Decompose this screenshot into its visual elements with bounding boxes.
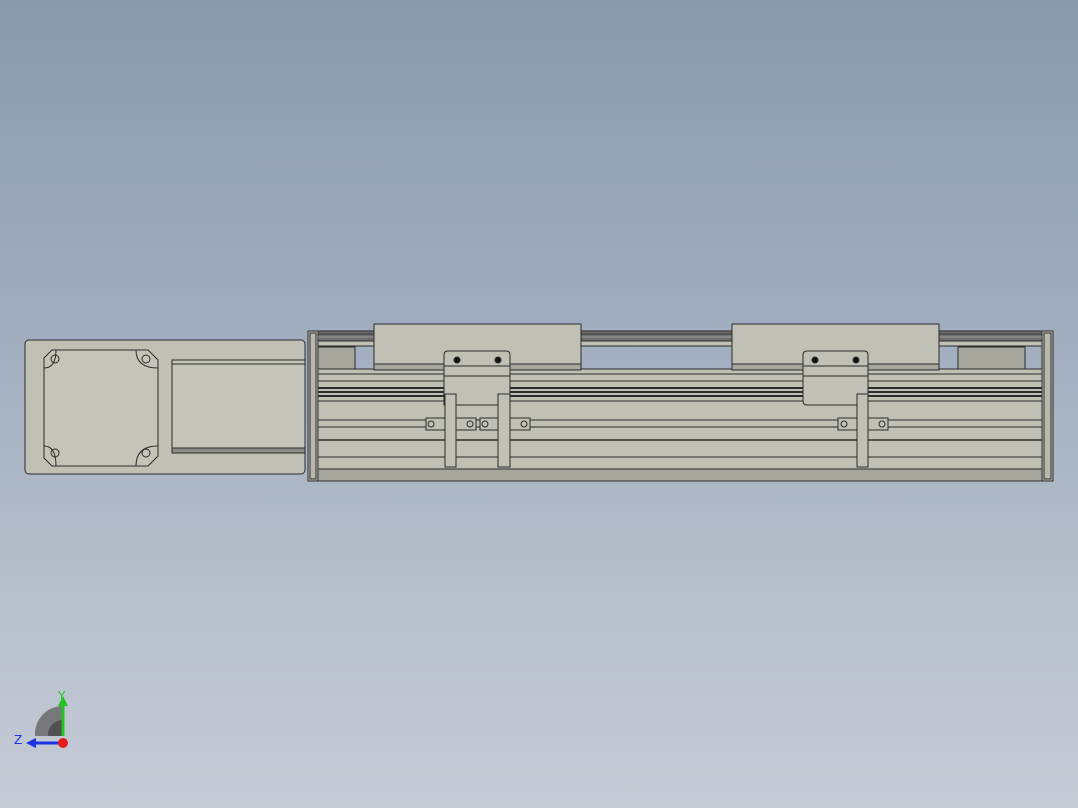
y-axis-label: Y (57, 689, 66, 703)
z-axis-label: Z (14, 733, 22, 747)
left-end-block (317, 346, 356, 370)
motor-body (24, 339, 306, 475)
triad-origin (58, 738, 68, 748)
graphics-viewport[interactable]: Y Z (0, 0, 1078, 808)
linear-actuator-model[interactable] (0, 0, 1078, 808)
left-end-plate (307, 330, 319, 482)
orientation-triad[interactable]: Y Z (10, 686, 80, 756)
right-end-plate (1041, 330, 1054, 482)
right-end-block (957, 346, 1026, 370)
